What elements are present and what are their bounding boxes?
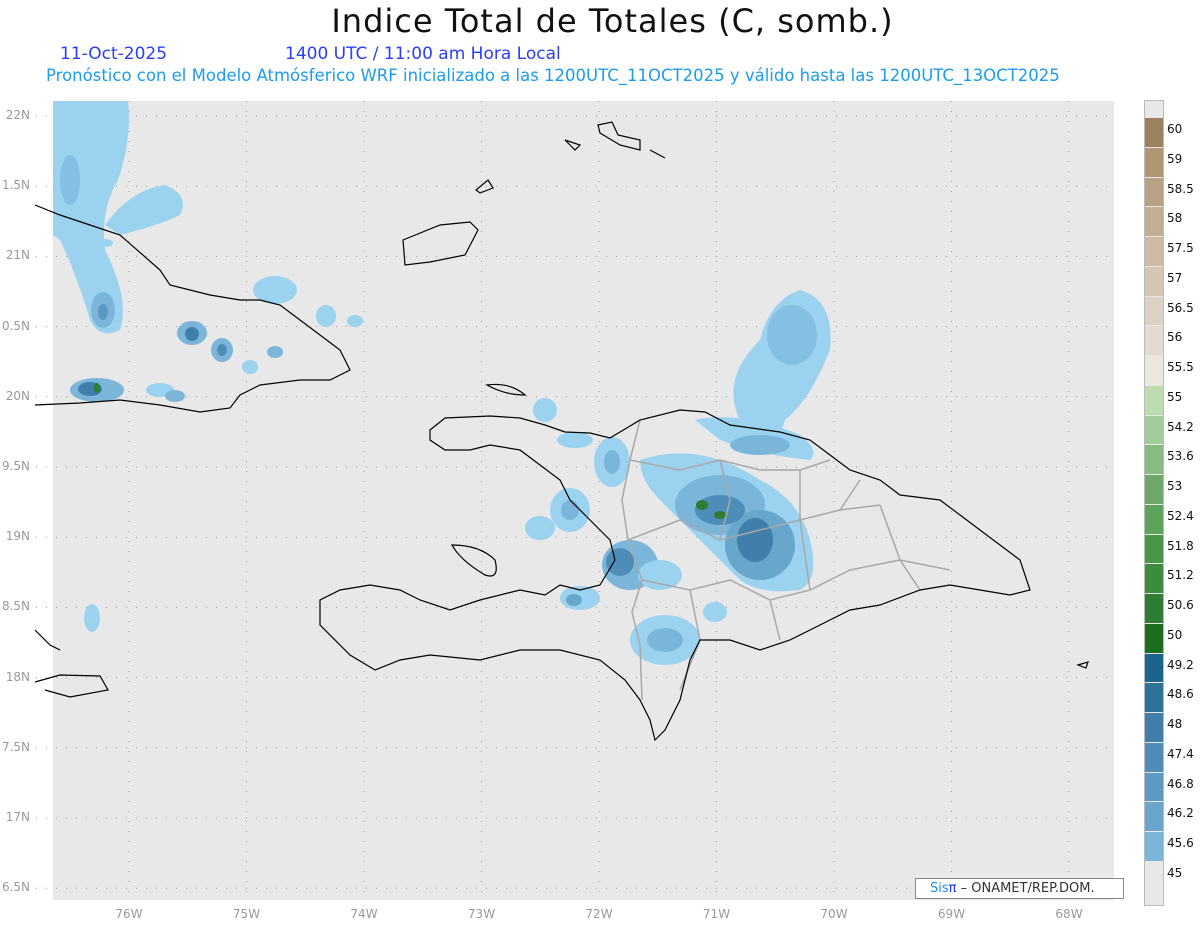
lat-tick-label: 21N: [5, 248, 30, 263]
colorbar-label: 56.5: [1167, 300, 1194, 315]
map-plot: [34, 101, 1114, 900]
colorbar-cell: [1145, 326, 1163, 356]
lat-tick-label: 19N: [5, 529, 30, 544]
colorbar-cell: [1145, 445, 1163, 475]
colorbar-cell: [1145, 296, 1163, 326]
lon-tick-label: 75W: [232, 907, 261, 921]
colorbar-label: 51.2: [1167, 568, 1194, 583]
lat-tick-label: 22N: [5, 108, 30, 122]
colorbar-label: 60: [1167, 122, 1183, 136]
colorbar-cell: [1145, 147, 1163, 177]
lat-tick-label: 18N: [5, 669, 30, 684]
colorbar-cell: [1145, 534, 1163, 564]
colorbar-cell: [1145, 118, 1163, 147]
credit-brand: Sis: [930, 881, 949, 896]
colorbar-cell: [1145, 475, 1163, 504]
lon-tick-label: 68W: [1055, 907, 1083, 921]
lat-tick-label: 0.5N: [1, 318, 30, 333]
lat-tick-label: 20N: [5, 388, 30, 403]
colorbar-label: 50: [1167, 627, 1183, 642]
lat-tick-label: 7.5N: [1, 739, 30, 754]
colorbar-cell: [1145, 266, 1163, 296]
colorbar-label: 51.8: [1167, 538, 1194, 553]
colorbar-label: 57.5: [1167, 241, 1194, 256]
colorbar-label: 52.4: [1167, 508, 1194, 523]
colorbar-label: 56: [1167, 330, 1183, 345]
colorbar-label: 47.4: [1167, 746, 1194, 761]
lat-tick-label: 1.5N: [1, 178, 30, 193]
lat-tick-label: 8.5N: [1, 599, 30, 614]
colorbar-cell: [1145, 504, 1163, 534]
colorbar-cell: [1145, 415, 1163, 445]
colorbar-label: 46.2: [1167, 806, 1194, 821]
lon-tick-label: 73W: [467, 907, 496, 921]
colorbar-cell: [1145, 207, 1163, 237]
colorbar: [1144, 100, 1164, 906]
lat-tick-label: 17N: [5, 810, 30, 824]
lat-tick-label: 6.5N: [1, 880, 30, 895]
colorbar-label: 55: [1167, 389, 1183, 404]
colorbar-label: 46.8: [1167, 776, 1194, 791]
colorbar-cell: [1145, 683, 1163, 713]
lon-tick-label: 76W: [115, 907, 143, 921]
colorbar-label: 48.6: [1167, 687, 1194, 702]
colorbar-cell: [1145, 564, 1163, 594]
colorbar-label: 53.6: [1167, 449, 1194, 464]
colorbar-label: 45.6: [1167, 836, 1194, 851]
colorbar-cell: [1145, 832, 1163, 861]
colorbar-label: 45: [1167, 866, 1183, 880]
colorbar-label: 59: [1167, 151, 1183, 166]
colorbar-cell: [1145, 237, 1163, 266]
colorbar-cell: [1145, 385, 1163, 415]
colorbar-cell: [1145, 742, 1163, 772]
colorbar-label: 54.2: [1167, 419, 1194, 434]
colorbar-label: 58.5: [1167, 181, 1194, 196]
colorbar-cell: [1145, 177, 1163, 207]
colorbar-cell: [1145, 623, 1163, 653]
lon-tick-label: 74W: [350, 907, 378, 921]
colorbar-label: 55.5: [1167, 360, 1194, 375]
colorbar-cell: [1145, 653, 1163, 683]
colorbar-cell: [1145, 356, 1163, 385]
lon-tick-label: 72W: [585, 907, 613, 921]
colorbar-label: 58: [1167, 211, 1183, 226]
credit-org: – ONAMET/REP.DOM.: [956, 881, 1095, 896]
colorbar-cell: [1145, 802, 1163, 832]
colorbar-cell: [1145, 772, 1163, 802]
colorbar-cell: [1145, 713, 1163, 742]
lon-tick-label: 71W: [702, 907, 731, 921]
lon-tick-label: 69W: [937, 907, 966, 921]
colorbar-label: 53: [1167, 479, 1183, 494]
colorbar-label: 49.2: [1167, 657, 1194, 672]
lon-tick-label: 70W: [820, 907, 848, 921]
colorbar-cell: [1145, 594, 1163, 623]
credit-box: Sisπ – ONAMET/REP.DOM.: [915, 878, 1124, 899]
colorbar-label: 57: [1167, 270, 1183, 285]
lat-tick-label: 9.5N: [1, 459, 30, 473]
colorbar-label: 50.6: [1167, 598, 1194, 613]
colorbar-label: 48: [1167, 717, 1183, 732]
